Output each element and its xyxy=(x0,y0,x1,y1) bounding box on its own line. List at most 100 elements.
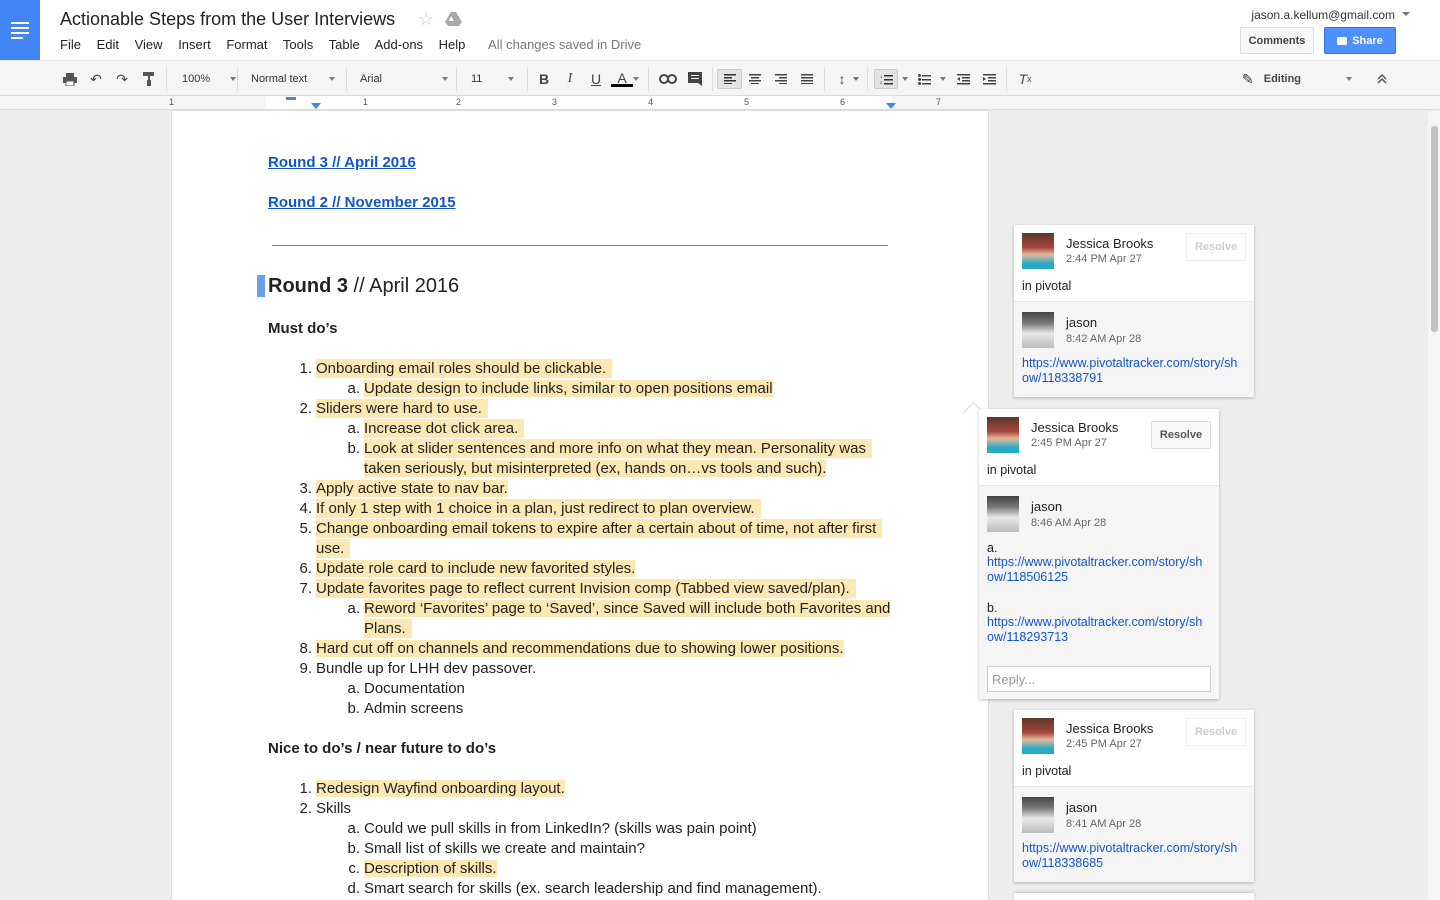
editing-mode-select[interactable]: ✎ Editing xyxy=(1242,69,1352,89)
text-color-icon[interactable]: A xyxy=(611,69,633,89)
share-button[interactable]: Share xyxy=(1324,27,1396,54)
justify-icon[interactable] xyxy=(797,69,817,89)
comment-thread-active[interactable]: Jessica Brooks 2:45 PM Apr 27 Resolve in… xyxy=(979,409,1219,699)
bold-icon[interactable]: B xyxy=(534,69,554,89)
menu-format[interactable]: Format xyxy=(226,37,267,52)
numbered-list-dropdown-icon[interactable] xyxy=(900,69,910,89)
scrollbar-thumb[interactable] xyxy=(1431,126,1438,332)
redo-icon[interactable]: ↷ xyxy=(112,69,132,89)
list-item: 1. Redesign Wayfind onboarding layout. xyxy=(299,780,565,797)
print-icon[interactable] xyxy=(60,69,80,89)
bulleted-list-dropdown-icon[interactable] xyxy=(938,69,948,89)
reply-link-b[interactable]: https://www.pivotaltracker.com/story/sh o… xyxy=(987,615,1202,645)
text-color-dropdown-icon[interactable] xyxy=(631,69,641,89)
resolve-button[interactable]: Resolve xyxy=(1186,718,1246,746)
list-item: 6. Update role card to include new favori… xyxy=(299,560,636,577)
line-spacing-icon[interactable]: ↕ xyxy=(832,69,852,89)
account-email[interactable]: jason.a.kellum@gmail.com xyxy=(1251,8,1395,22)
round2-link[interactable]: Round 2 // November 2015 xyxy=(268,194,456,211)
list-item: 1. Onboarding email roles should be click… xyxy=(292,359,613,379)
italic-icon[interactable]: I xyxy=(560,69,580,89)
reply-link-a[interactable]: https://www.pivotaltracker.com/story/sh o… xyxy=(987,555,1202,585)
menu-file[interactable]: File xyxy=(60,37,81,52)
docs-home-icon[interactable] xyxy=(0,0,40,60)
reply-link[interactable]: https://www.pivotaltracker.com/story/sh o… xyxy=(1022,841,1237,871)
align-left-icon[interactable] xyxy=(717,69,742,89)
toolbar: ↶ ↷ 100% Normal text Arial 11 B I U A ↕ … xyxy=(0,60,1440,96)
nice-to-dos-heading: Nice to do’s / near future to do’s xyxy=(268,740,497,757)
move-to-folder-icon[interactable] xyxy=(445,12,462,26)
style-select[interactable]: Normal text xyxy=(251,69,336,89)
star-icon[interactable]: ☆ xyxy=(418,9,434,30)
numbered-list-icon[interactable]: 12 xyxy=(874,69,898,89)
avatar xyxy=(987,496,1019,532)
font-select[interactable]: Arial xyxy=(360,69,449,89)
insert-comment-icon[interactable] xyxy=(685,69,705,89)
first-line-indent-marker[interactable] xyxy=(286,97,296,100)
line-spacing-dropdown-icon[interactable] xyxy=(851,69,861,89)
comment-time: 2:44 PM Apr 27 xyxy=(1066,253,1142,265)
comment-author: Jessica Brooks xyxy=(1066,721,1154,736)
menu-table[interactable]: Table xyxy=(329,37,360,52)
reply-time: 8:42 AM Apr 28 xyxy=(1066,333,1142,345)
reply-link[interactable]: https://www.pivotaltracker.com/story/sh o… xyxy=(1022,356,1237,386)
list-item: a. Increase dot click area. xyxy=(340,419,525,439)
menu-help[interactable]: Help xyxy=(439,37,466,52)
comment-thread[interactable]: Jessica Brooks 2:44 PM Apr 27 Resolve in… xyxy=(1014,225,1254,397)
share-label: Share xyxy=(1352,34,1383,47)
menu-tools[interactable]: Tools xyxy=(283,37,313,52)
reply-label-a: a. xyxy=(987,541,998,555)
underline-icon[interactable]: U xyxy=(586,69,606,89)
menu-edit[interactable]: Edit xyxy=(97,37,119,52)
bookmark-icon[interactable] xyxy=(257,275,265,297)
paint-format-icon[interactable] xyxy=(139,69,159,89)
save-status[interactable]: All changes saved in Drive xyxy=(488,37,641,52)
bulleted-list-icon[interactable] xyxy=(914,69,934,89)
increase-indent-icon[interactable] xyxy=(979,69,999,89)
pencil-icon: ✎ xyxy=(1242,70,1254,87)
resolve-button[interactable]: Resolve xyxy=(1151,421,1211,449)
resolve-button[interactable]: Resolve xyxy=(1186,233,1246,261)
menu-view[interactable]: View xyxy=(135,37,163,52)
list-item: 8. Hard cut off on channels and recommend… xyxy=(299,640,844,657)
ruler[interactable]: 1 1 2 3 4 5 6 7 xyxy=(0,96,1440,110)
menu-addons[interactable]: Add-ons xyxy=(375,37,423,52)
reply-author: jason xyxy=(1031,499,1063,514)
horizontal-rule xyxy=(272,245,888,246)
scrollbar[interactable] xyxy=(1428,111,1440,900)
comment-thread-partial[interactable] xyxy=(1014,893,1254,900)
document-title[interactable]: Actionable Steps from the User Interview… xyxy=(60,9,395,30)
comment-thread[interactable]: Jessica Brooks 2:45 PM Apr 27 Resolve in… xyxy=(1014,710,1254,882)
align-center-icon[interactable] xyxy=(745,69,765,89)
list-item: a. Could we pull skills in from LinkedIn?… xyxy=(347,820,757,837)
comments-button[interactable]: Comments xyxy=(1240,27,1314,54)
reply-author: jason xyxy=(1066,315,1098,330)
round3-link[interactable]: Round 3 // April 2016 xyxy=(268,154,416,171)
left-indent-marker[interactable] xyxy=(311,103,321,109)
zoom-select[interactable]: 100% xyxy=(182,69,237,89)
undo-icon[interactable]: ↶ xyxy=(86,69,106,89)
list-item: a. Documentation xyxy=(347,680,465,697)
list-item: b. Admin screens xyxy=(347,700,464,717)
menu-insert[interactable]: Insert xyxy=(178,37,211,52)
comment-time: 2:45 PM Apr 27 xyxy=(1066,738,1142,750)
list-item: 7. Update favorites page to reflect curre… xyxy=(292,579,856,599)
account-dropdown-icon[interactable] xyxy=(1402,12,1410,16)
reply-time: 8:46 AM Apr 28 xyxy=(1031,517,1107,529)
list-item: 3. Apply active state to nav bar. xyxy=(299,480,508,497)
decrease-indent-icon[interactable] xyxy=(953,69,973,89)
list-item: d. Smart search for skills (ex. search le… xyxy=(347,880,822,897)
align-right-icon[interactable] xyxy=(771,69,791,89)
font-size-select[interactable]: 11 xyxy=(471,69,515,89)
reply-input[interactable]: Reply... xyxy=(987,666,1211,692)
list-item: use. xyxy=(292,539,351,559)
link-icon[interactable] xyxy=(658,69,678,89)
list-item: c. Description of skills. xyxy=(348,860,497,877)
clear-formatting-icon[interactable]: Tx xyxy=(1015,69,1035,89)
collapse-toolbar-icon[interactable] xyxy=(1372,69,1392,89)
avatar xyxy=(1022,233,1054,269)
section-heading: Round 3 // April 2016 xyxy=(268,275,460,297)
svg-text:1: 1 xyxy=(880,74,883,79)
avatar xyxy=(1022,718,1054,754)
right-indent-marker[interactable] xyxy=(886,103,896,109)
